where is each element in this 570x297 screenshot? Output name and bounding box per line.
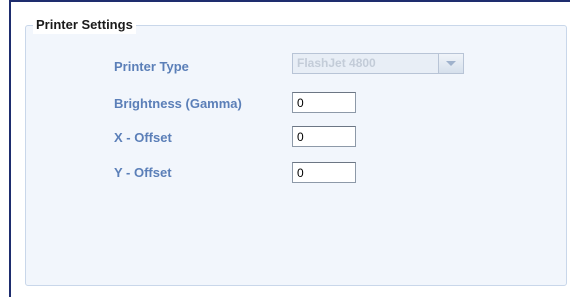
x-offset-label: X - Offset: [114, 130, 172, 145]
brightness-label: Brightness (Gamma): [114, 96, 242, 111]
y-offset-input[interactable]: [292, 162, 356, 183]
brightness-input[interactable]: [292, 92, 356, 113]
printer-type-dropdown-button[interactable]: [438, 54, 463, 73]
printer-settings-legend: Printer Settings: [33, 16, 136, 34]
printer-type-select[interactable]: FlashJet 4800: [292, 53, 464, 74]
printer-type-value: FlashJet 4800: [293, 54, 438, 73]
printer-type-label: Printer Type: [114, 59, 189, 74]
x-offset-input[interactable]: [292, 126, 356, 147]
chevron-down-icon: [446, 61, 456, 66]
y-offset-label: Y - Offset: [114, 165, 172, 180]
